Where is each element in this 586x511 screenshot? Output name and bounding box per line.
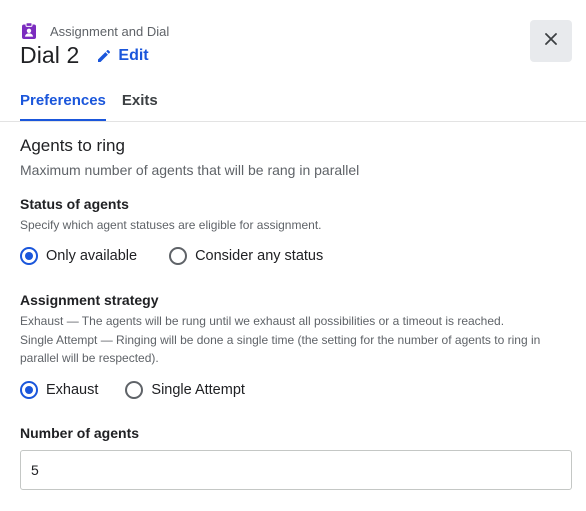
description-exhaust: Exhaust — The agents will be rung until … xyxy=(20,314,505,328)
number-of-agents-label: Number of agents xyxy=(20,425,140,441)
radio-exhaust[interactable]: Exhaust xyxy=(20,381,98,399)
assignment-strategy-label: Assignment strategy xyxy=(20,292,159,308)
section-subtitle: Maximum number of agents that will be ra… xyxy=(20,162,360,178)
breadcrumb-label: Assignment and Dial xyxy=(50,23,170,39)
title-row: Dial 2 Edit xyxy=(20,42,149,69)
close-button[interactable] xyxy=(530,20,572,62)
radio-label: Consider any status xyxy=(195,248,324,264)
radio-button-checked[interactable] xyxy=(20,381,38,399)
status-radio-group: Only available Consider any status xyxy=(20,247,355,265)
radio-button-checked[interactable] xyxy=(20,247,38,265)
status-of-agents-label: Status of agents xyxy=(20,196,129,212)
breadcrumb: Assignment and Dial xyxy=(20,22,169,40)
radio-button[interactable] xyxy=(125,381,144,399)
clipboard-account-icon xyxy=(20,22,38,40)
radio-label: Single Attempt xyxy=(151,382,245,398)
tab-bar: Preferences Exits xyxy=(20,88,586,122)
close-icon xyxy=(545,32,557,50)
section-title: Agents to ring xyxy=(20,136,125,155)
pencil-icon xyxy=(96,48,112,64)
edit-label: Edit xyxy=(118,46,149,64)
assignment-strategy-description: Exhaust — The agents will be rung until … xyxy=(20,312,572,368)
radio-only-available[interactable]: Only available xyxy=(20,247,137,265)
description-single-attempt: Single Attempt — Ringing will be done a … xyxy=(20,332,541,366)
tab-exits[interactable]: Exits xyxy=(122,88,158,122)
tab-divider xyxy=(0,121,586,122)
radio-label: Only available xyxy=(46,248,138,264)
radio-single-attempt[interactable]: Single Attempt xyxy=(125,381,245,399)
radio-button[interactable] xyxy=(169,247,188,265)
status-of-agents-description: Specify which agent statuses are eligibl… xyxy=(20,218,322,232)
panel-header: Assignment and Dial Dial 2 Edit xyxy=(20,20,572,80)
edit-button[interactable]: Edit xyxy=(96,46,149,65)
page-title: Dial 2 xyxy=(20,42,80,68)
number-of-agents-input[interactable] xyxy=(20,450,572,490)
strategy-radio-group: Exhaust Single Attempt xyxy=(20,381,277,399)
radio-label: Exhaust xyxy=(46,382,99,398)
radio-consider-any-status[interactable]: Consider any status xyxy=(169,247,323,265)
tab-preferences[interactable]: Preferences xyxy=(20,88,106,122)
